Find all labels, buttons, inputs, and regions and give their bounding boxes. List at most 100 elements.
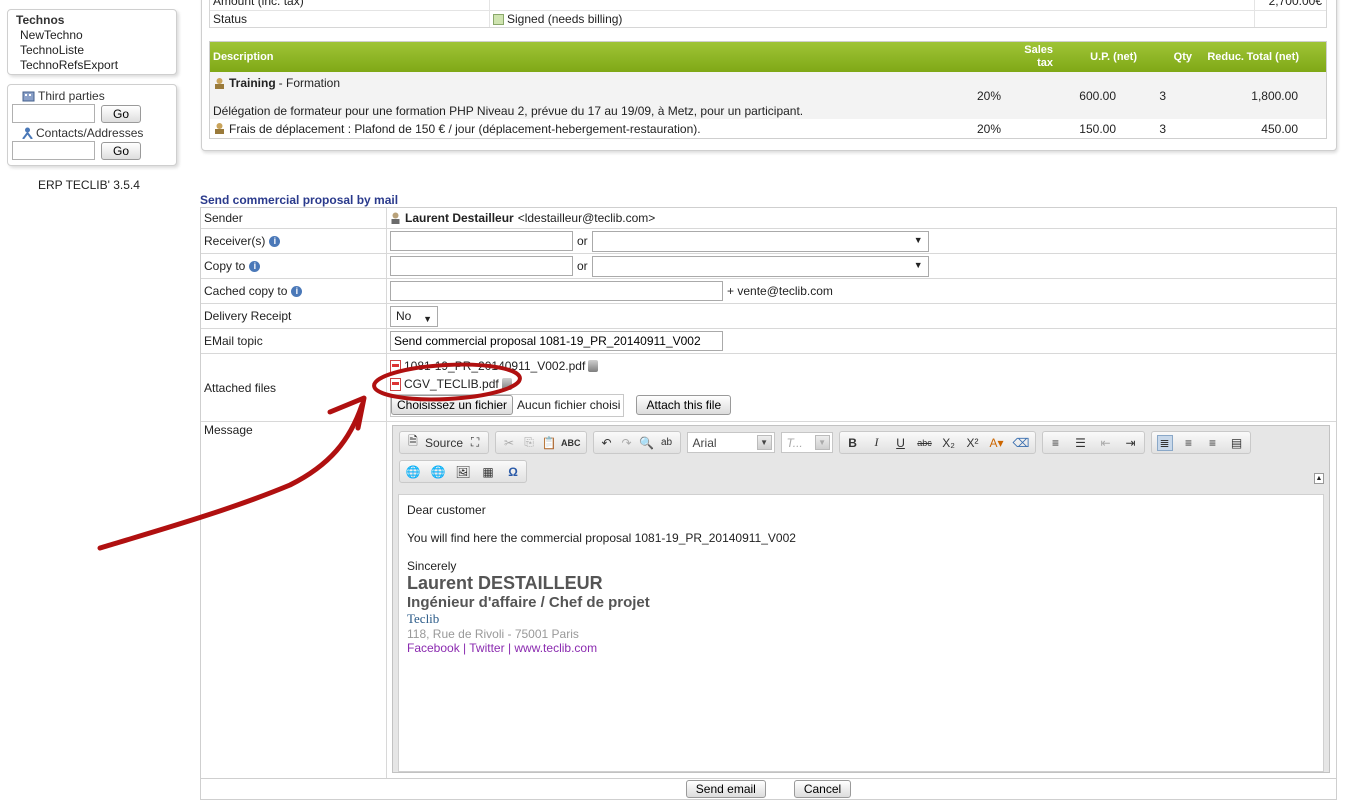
document-icon[interactable]: 🗎: [405, 432, 421, 453]
dropdown-arrow-icon: ▼: [913, 234, 923, 245]
font-size-placeholder: T...: [786, 435, 803, 450]
copy-to-label: Copy to: [204, 259, 246, 273]
font-family-value: Arial: [692, 435, 717, 450]
cut-icon[interactable]: ✂: [501, 436, 517, 450]
line-total: 450.00: [1261, 121, 1298, 136]
underline-icon[interactable]: U: [893, 436, 909, 450]
attach-file-button[interactable]: Attach this file: [636, 395, 732, 415]
pdf-icon: [390, 377, 401, 391]
contacts-go-button[interactable]: Go: [101, 141, 142, 160]
attachment-item: CGV_TECLIB.pdf: [390, 375, 512, 393]
menu-item-technorefsexport[interactable]: TechnoRefsExport: [16, 58, 176, 73]
contacts-search-input[interactable]: [12, 141, 95, 160]
collapse-toolbar-icon[interactable]: ▲: [1314, 473, 1324, 484]
italic-icon[interactable]: I: [869, 435, 885, 450]
contacts-label: Contacts/Addresses: [12, 126, 176, 140]
font-size-select[interactable]: T... ▼: [780, 432, 833, 453]
delete-icon[interactable]: [588, 360, 599, 372]
company-icon: [22, 91, 35, 101]
link-icon[interactable]: 🌐: [405, 465, 421, 479]
maximize-icon[interactable]: ⛶: [467, 435, 483, 450]
outdent-icon[interactable]: ⇤: [1098, 436, 1114, 450]
cached-copy-extra: + vente@teclib.com: [727, 284, 833, 298]
bulleted-list-icon[interactable]: ☰: [1073, 436, 1089, 450]
table-icon[interactable]: ▦: [480, 465, 496, 479]
info-icon[interactable]: i: [249, 260, 261, 272]
line-description: Délégation de formateur pour une formati…: [213, 104, 804, 118]
unlink-icon[interactable]: 🌐: [430, 465, 446, 479]
subscript-icon[interactable]: X₂: [941, 436, 957, 450]
align-center-icon[interactable]: ≡: [1181, 436, 1197, 450]
technos-menu: Technos NewTechno TechnoListe TechnoRefs…: [7, 9, 177, 75]
sender-name: Laurent Destailleur: [405, 211, 514, 225]
indent-icon[interactable]: ⇥: [1123, 436, 1139, 450]
cached-copy-label: Cached copy to: [204, 284, 288, 298]
align-left-icon[interactable]: ≣: [1156, 434, 1173, 451]
align-justify-icon[interactable]: ▤: [1229, 436, 1245, 450]
message-label: Message: [201, 422, 387, 778]
proposal-lines-table: Description Sales tax U.P. (net) Qty Red…: [209, 41, 1327, 139]
third-parties-go-button[interactable]: Go: [101, 104, 142, 123]
remove-format-icon[interactable]: ⌫: [1013, 436, 1030, 450]
attachment-name[interactable]: CGV_TECLIB.pdf: [404, 377, 499, 391]
redo-icon[interactable]: ↷: [619, 436, 635, 450]
cached-copy-input[interactable]: [390, 281, 723, 301]
copy-to-select[interactable]: ▼: [591, 255, 929, 277]
bold-icon[interactable]: B: [845, 436, 861, 450]
email-topic-label: EMail topic: [201, 329, 387, 353]
user-icon: [391, 212, 400, 224]
mail-form-title: Send commercial proposal by mail: [200, 193, 399, 207]
send-email-button[interactable]: Send email: [685, 780, 766, 798]
contact-icon: [22, 127, 33, 139]
signature-links[interactable]: Facebook | Twitter | www.teclib.com: [407, 641, 1315, 655]
numbered-list-icon[interactable]: ≡: [1048, 436, 1064, 450]
message-body[interactable]: Dear customer You will find here the com…: [398, 494, 1324, 772]
dropdown-arrow-icon: ▼: [814, 435, 830, 450]
line-total: 1,800.00: [1251, 89, 1298, 103]
menu-item-newtechno[interactable]: NewTechno: [16, 28, 176, 43]
table-row: Frais de déplacement : Plafond de 150 € …: [210, 119, 1326, 138]
email-topic-input[interactable]: [390, 331, 723, 351]
message-editor: 🗎 Source ⛶ ✂ ⎘ 📋 ABC ↶ ↷ 🔍 ab Arial ▼ T.…: [392, 425, 1330, 773]
undo-icon[interactable]: ↶: [599, 436, 615, 450]
source-button[interactable]: Source: [425, 436, 463, 450]
delete-icon[interactable]: [501, 378, 512, 390]
paste-icon[interactable]: 📋: [541, 436, 557, 450]
copy-icon[interactable]: ⎘: [521, 435, 537, 450]
sender-email: <ldestailleur@teclib.com>: [517, 211, 656, 225]
third-parties-search-input[interactable]: [12, 104, 95, 123]
line-tax: 20%: [976, 121, 1001, 136]
text-color-icon[interactable]: A▾: [989, 436, 1005, 450]
line-tax: 20%: [976, 89, 1001, 103]
file-input[interactable]: Choisissez un fichier Aucun fichier choi…: [390, 393, 625, 417]
menu-item-technoliste[interactable]: TechnoListe: [16, 43, 176, 58]
product-name[interactable]: Training: [229, 76, 276, 90]
receivers-input[interactable]: [390, 231, 573, 251]
delivery-receipt-select[interactable]: No ▼: [390, 305, 438, 327]
delivery-receipt-value: No: [396, 308, 412, 323]
font-family-select[interactable]: Arial ▼: [686, 432, 775, 453]
or-label: or: [577, 259, 588, 273]
no-file-label: Aucun fichier choisi: [517, 398, 621, 412]
replace-icon[interactable]: ab: [659, 437, 675, 448]
find-icon[interactable]: 🔍: [639, 436, 655, 450]
align-right-icon[interactable]: ≡: [1205, 436, 1221, 450]
cancel-button[interactable]: Cancel: [793, 780, 852, 798]
table-row: Training - Formation Délégation de forma…: [210, 72, 1326, 119]
product-label: - Formation: [278, 76, 341, 90]
closing-text: Sincerely: [407, 559, 457, 573]
choose-file-button[interactable]: Choisissez un fichier: [391, 395, 514, 415]
image-icon[interactable]: 🖼: [455, 465, 471, 479]
info-icon[interactable]: i: [291, 285, 303, 297]
copy-to-input[interactable]: [390, 256, 573, 276]
info-icon[interactable]: i: [269, 235, 281, 247]
special-char-icon[interactable]: Ω: [505, 465, 521, 479]
attachment-name[interactable]: 1081-19_PR_20140911_V002.pdf: [404, 359, 585, 373]
receivers-select[interactable]: ▼: [591, 230, 929, 252]
superscript-icon[interactable]: X²: [965, 436, 981, 450]
dropdown-arrow-icon: ▼: [423, 313, 432, 324]
header-total-net: Total (net): [1246, 50, 1299, 63]
spellcheck-icon[interactable]: ABC: [561, 438, 581, 448]
line-qty: 3: [1159, 89, 1166, 103]
strikethrough-icon[interactable]: abc: [917, 438, 933, 448]
